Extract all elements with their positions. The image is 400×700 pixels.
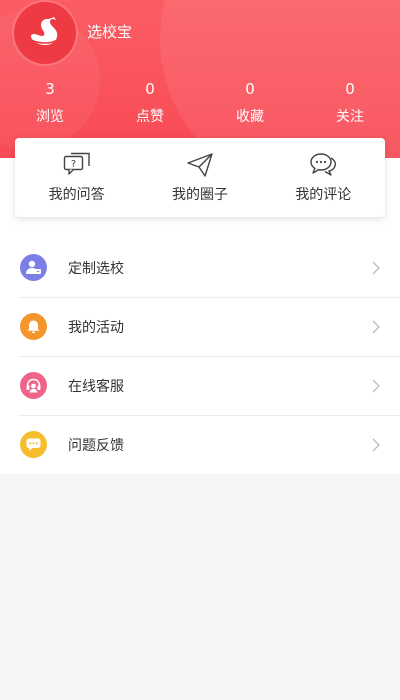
stats-row: 3 浏览 0 点赞 0 收藏 0 关注 xyxy=(0,78,400,126)
my-qa-button[interactable]: ? 我的问答 xyxy=(15,138,138,217)
svg-text:?: ? xyxy=(71,159,76,170)
stat-label: 浏览 xyxy=(36,109,64,125)
comment-bubbles-icon xyxy=(310,153,337,176)
avatar[interactable] xyxy=(14,2,76,64)
headset-icon xyxy=(20,372,47,399)
stat-count: 3 xyxy=(45,80,55,98)
stat-count: 0 xyxy=(145,80,155,98)
menu-item-label: 问题反馈 xyxy=(68,437,124,454)
menu-item-label: 我的活动 xyxy=(68,319,124,336)
bell-icon xyxy=(20,313,47,340)
chevron-right-icon xyxy=(372,379,380,392)
paper-plane-icon xyxy=(187,153,213,177)
menu-item-my-activities[interactable]: 我的活动 xyxy=(0,297,400,356)
feedback-chat-icon xyxy=(20,431,47,458)
quick-action-label: 我的圈子 xyxy=(171,187,228,203)
stat-following[interactable]: 0 关注 xyxy=(300,78,400,126)
menu-item-label: 在线客服 xyxy=(68,378,124,395)
profile-header: 选校宝 3 浏览 0 点赞 0 收藏 0 关注 ? 我的问答 我的圈子 我的评论 xyxy=(0,0,400,238)
stat-favorites[interactable]: 0 收藏 xyxy=(200,78,300,126)
stat-count: 0 xyxy=(245,80,255,98)
my-comments-button[interactable]: 我的评论 xyxy=(262,138,385,217)
quick-action-label: 我的问答 xyxy=(48,187,105,203)
menu-item-online-support[interactable]: 在线客服 xyxy=(0,356,400,415)
stat-count: 0 xyxy=(345,80,355,98)
settings-menu: 定制选校 我的活动 在线客服 问题反馈 xyxy=(0,238,400,474)
chevron-right-icon xyxy=(372,261,380,274)
chevron-right-icon xyxy=(372,320,380,333)
stat-label: 收藏 xyxy=(236,109,264,125)
app-name: 选校宝 xyxy=(87,23,133,41)
stat-label: 点赞 xyxy=(136,109,164,125)
stat-views[interactable]: 3 浏览 xyxy=(0,78,100,126)
stat-likes[interactable]: 0 点赞 xyxy=(100,78,200,126)
menu-item-custom-school[interactable]: 定制选校 xyxy=(0,238,400,297)
quick-actions-card: ? 我的问答 我的圈子 我的评论 xyxy=(15,138,385,217)
qa-chat-icon: ? xyxy=(63,152,90,175)
menu-item-label: 定制选校 xyxy=(68,260,124,277)
chevron-right-icon xyxy=(372,438,380,451)
quick-action-label: 我的评论 xyxy=(295,187,352,203)
user-card-icon xyxy=(20,254,47,281)
menu-item-feedback[interactable]: 问题反馈 xyxy=(0,415,400,474)
my-circles-button[interactable]: 我的圈子 xyxy=(138,138,261,217)
swan-logo-icon xyxy=(30,17,58,47)
stat-label: 关注 xyxy=(336,109,364,125)
